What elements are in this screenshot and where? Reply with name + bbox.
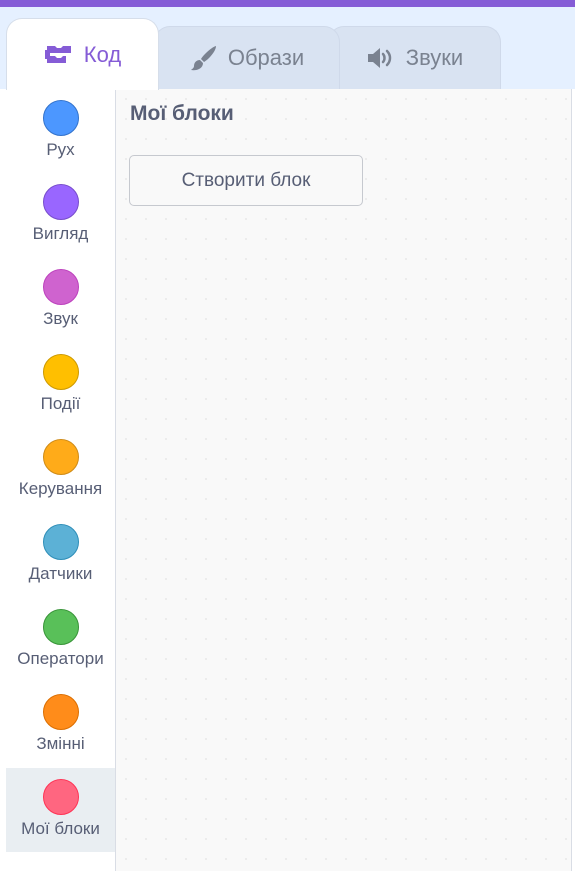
category-events-dot: [42, 354, 79, 390]
category-control-label: Керування: [18, 479, 103, 498]
tab-sounds-label: Звуки: [405, 45, 464, 70]
category-looks-label: Вигляд: [32, 224, 89, 243]
code-icon: [44, 44, 74, 66]
category-variables[interactable]: Змінні: [6, 683, 115, 767]
category-control-dot: [42, 439, 79, 475]
category-sound[interactable]: Звук: [6, 258, 115, 342]
category-motion-label: Рух: [46, 140, 75, 159]
category-sensing-dot: [42, 524, 79, 560]
category-motion-dot: [42, 100, 79, 136]
category-sound-dot: [42, 269, 79, 305]
category-events-label: Події: [40, 394, 81, 413]
tab-code[interactable]: Код: [6, 18, 159, 90]
speaker-icon: [366, 46, 396, 70]
tab-code-label: Код: [83, 41, 122, 67]
category-sound-label: Звук: [43, 309, 78, 328]
tab-costumes[interactable]: Образи: [154, 26, 340, 89]
tab-sounds[interactable]: Звуки: [328, 26, 501, 89]
category-variables-dot: [42, 694, 79, 730]
category-my-blocks-dot: [42, 779, 79, 815]
category-events[interactable]: Події: [6, 343, 115, 427]
category-operators-dot: [42, 609, 79, 645]
tab-costumes-label: Образи: [227, 45, 305, 70]
category-looks[interactable]: Вигляд: [6, 173, 115, 257]
category-sensing-label: Датчики: [28, 564, 93, 583]
make-a-block-button[interactable]: Створити блок: [129, 155, 363, 206]
editor-tabs: Код Образи Звуки: [0, 7, 575, 90]
category-variables-label: Змінні: [36, 734, 85, 753]
category-my-blocks[interactable]: Мої блоки: [6, 768, 115, 852]
top-menu-bar-edge: [0, 0, 575, 7]
category-control[interactable]: Керування: [6, 428, 115, 512]
category-menu: Рух Вигляд Звук Події Керування Датчики …: [0, 89, 116, 871]
category-motion[interactable]: Рух: [6, 89, 115, 173]
category-looks-dot: [42, 184, 79, 220]
palette-scrollbar-edge: [571, 89, 575, 871]
category-operators-label: Оператори: [17, 649, 104, 668]
block-palette: Мої блоки Створити блок: [116, 89, 571, 871]
category-my-blocks-label: Мої блоки: [21, 819, 100, 838]
palette-section-title: Мої блоки: [130, 102, 234, 125]
category-operators[interactable]: Оператори: [6, 598, 115, 682]
category-sensing[interactable]: Датчики: [6, 513, 115, 597]
brush-icon: [190, 44, 218, 72]
